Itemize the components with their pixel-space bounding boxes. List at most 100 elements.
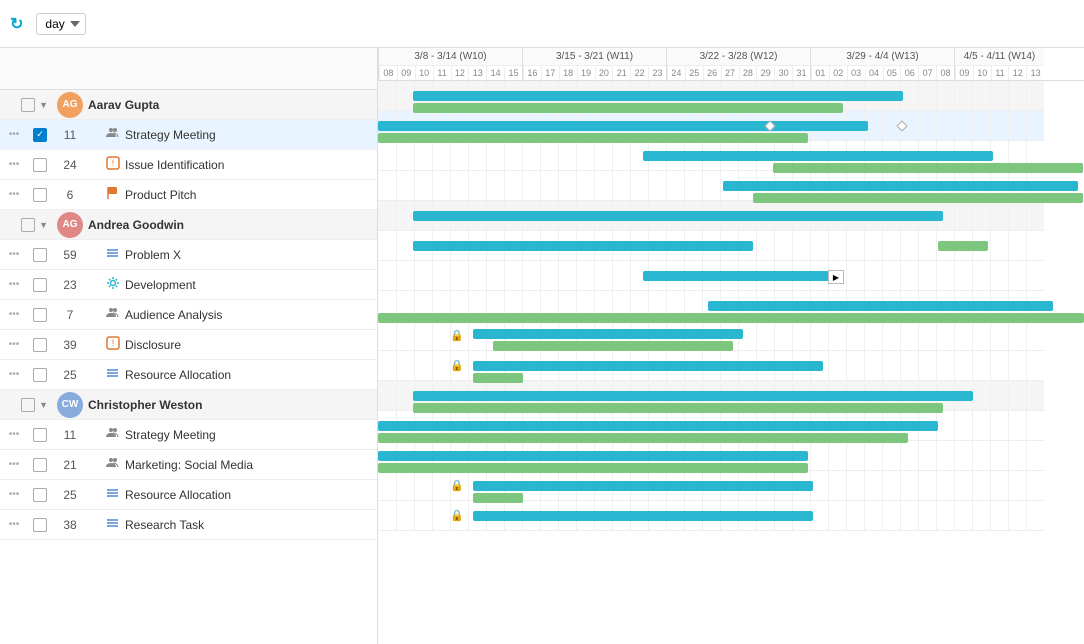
chevron-down-icon[interactable]: ▼	[39, 220, 48, 230]
day-bg-cell	[972, 81, 990, 110]
day-bg-cell	[954, 351, 972, 380]
day-bg-cell	[846, 351, 864, 380]
day-bg-cell	[828, 471, 846, 500]
dots-menu[interactable]: •••	[0, 279, 28, 290]
day-bg-cell	[594, 261, 612, 290]
reschedule-button[interactable]: ↻	[10, 14, 28, 34]
list-icon	[106, 246, 120, 263]
chevron-down-icon[interactable]: ▼	[39, 400, 48, 410]
week-group: 3/29 - 4/4 (W13)0102030405060708	[810, 48, 954, 80]
gantt-row	[378, 381, 1044, 411]
gantt-bar	[413, 211, 943, 221]
task-row: •••11Strategy Meeting	[0, 420, 377, 450]
task-checkbox[interactable]	[33, 188, 47, 202]
day-bg-cell	[792, 231, 810, 260]
task-checkbox[interactable]	[33, 368, 47, 382]
expand-col: ▼	[0, 98, 52, 112]
day-bg-cell	[918, 471, 936, 500]
week-label: 3/22 - 3/28 (W12)	[667, 48, 810, 66]
day-bg-cell	[846, 261, 864, 290]
gantt-row	[378, 411, 1044, 441]
day-cell: 17	[541, 66, 559, 80]
gantt-bar	[473, 373, 523, 383]
task-row: •••59Problem X	[0, 240, 377, 270]
day-bg-cell	[864, 351, 882, 380]
task-checkbox[interactable]	[33, 488, 47, 502]
task-checkbox[interactable]	[33, 308, 47, 322]
day-select[interactable]: day	[36, 13, 86, 35]
task-checkbox[interactable]: ✓	[33, 128, 47, 142]
task-checkbox[interactable]	[33, 278, 47, 292]
day-bg-cell	[378, 351, 396, 380]
people-icon	[106, 126, 120, 143]
person-name-col: Christopher Weston	[88, 398, 377, 412]
day-cell: 26	[703, 66, 721, 80]
dots-menu[interactable]: •••	[0, 489, 28, 500]
day-bg-cell	[828, 501, 846, 530]
person-name: Christopher Weston	[88, 398, 202, 412]
day-bg-cell	[990, 441, 1008, 470]
expand-col: ▼	[0, 398, 52, 412]
dots-menu[interactable]: •••	[0, 369, 28, 380]
dots-menu[interactable]: •••	[0, 519, 28, 530]
day-cell: 16	[523, 66, 541, 80]
day-bg-cell	[396, 141, 414, 170]
task-checkbox[interactable]	[33, 458, 47, 472]
day-bg-cell	[576, 261, 594, 290]
task-checkbox[interactable]	[33, 338, 47, 352]
person-name-col: Andrea Goodwin	[88, 218, 377, 232]
day-bg-cell	[936, 321, 954, 350]
day-bg-cell	[414, 321, 432, 350]
day-bg-cell	[882, 321, 900, 350]
dots-menu[interactable]: •••	[0, 339, 28, 350]
person-checkbox[interactable]	[21, 398, 35, 412]
task-row: •••25Resource Allocation	[0, 480, 377, 510]
task-name-col: !Issue Identification	[106, 156, 377, 173]
chevron-down-icon[interactable]: ▼	[39, 100, 48, 110]
gantt-rows: ▶🔒🔒🔒🔒	[378, 81, 1084, 531]
gantt-panel[interactable]: 3/8 - 3/14 (W10)08091011121314153/15 - 3…	[378, 48, 1084, 644]
dots-menu[interactable]: •••	[0, 249, 28, 260]
day-bg-cell	[396, 81, 414, 110]
task-checkbox[interactable]	[33, 428, 47, 442]
person-checkbox[interactable]	[21, 218, 35, 232]
dots-menu[interactable]: •••	[0, 309, 28, 320]
day-bg-cell	[756, 231, 774, 260]
dots-menu[interactable]: •••	[0, 459, 28, 470]
day-bg-cell	[990, 471, 1008, 500]
day-cell: 19	[577, 66, 595, 80]
day-bg-cell	[990, 261, 1008, 290]
day-bg-cell	[702, 171, 720, 200]
task-number: 7	[52, 308, 88, 322]
task-number: 11	[52, 128, 88, 142]
dots-menu[interactable]: •••	[0, 159, 28, 170]
days-row: 2425262728293031	[667, 66, 810, 80]
day-bg-cell	[1008, 261, 1026, 290]
task-check-col	[28, 368, 52, 382]
day-bg-cell	[414, 171, 432, 200]
dots-menu[interactable]: •••	[0, 189, 28, 200]
task-checkbox[interactable]	[33, 158, 47, 172]
day-bg-cell	[450, 141, 468, 170]
day-bg-cell	[1008, 441, 1026, 470]
day-cell: 09	[955, 66, 973, 80]
day-bg-cell	[864, 501, 882, 530]
task-name: Resource Allocation	[125, 368, 231, 382]
days-row: 1617181920212223	[523, 66, 666, 80]
dots-menu[interactable]: •••	[0, 129, 28, 140]
warning-icon: !	[106, 156, 120, 173]
dots-menu[interactable]: •••	[0, 429, 28, 440]
day-bg-cell	[936, 81, 954, 110]
day-bg-cell	[954, 471, 972, 500]
day-bg-cell	[432, 261, 450, 290]
gantt-bar	[413, 403, 943, 413]
task-checkbox[interactable]	[33, 518, 47, 532]
task-number: 24	[52, 158, 88, 172]
task-checkbox[interactable]	[33, 248, 47, 262]
days-row: 0809101112131415	[379, 66, 522, 80]
task-check-col	[28, 518, 52, 532]
day-cell: 02	[829, 66, 847, 80]
task-row: •••23Development	[0, 270, 377, 300]
day-bg-cell	[432, 171, 450, 200]
person-checkbox[interactable]	[21, 98, 35, 112]
